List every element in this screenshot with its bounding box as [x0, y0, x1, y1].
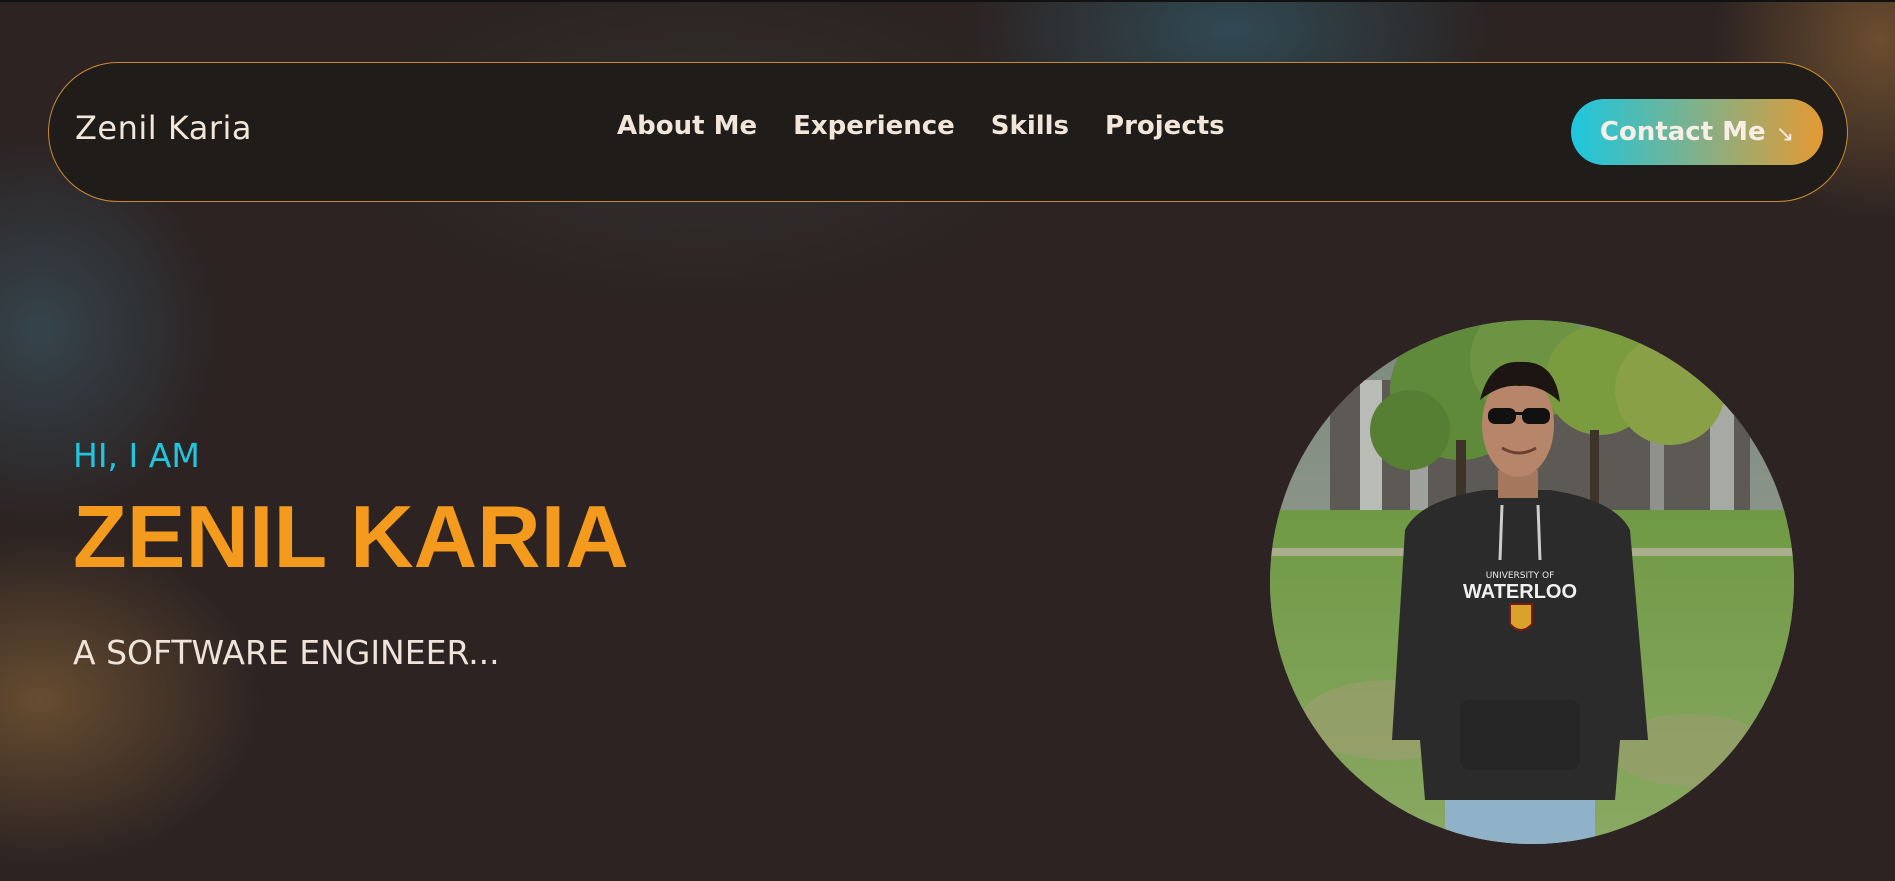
site-logo[interactable]: Zenil Karia [75, 109, 252, 147]
hero-greeting: HI, I AM [73, 436, 200, 475]
hero-role: A SOFTWARE ENGINEER... [73, 633, 500, 672]
hoodie-text-top: UNIVERSITY OF [1486, 571, 1555, 581]
nav-link-experience[interactable]: Experience [793, 111, 955, 141]
arrow-down-right-icon: ↘ [1775, 121, 1795, 147]
nav-link-skills[interactable]: Skills [991, 111, 1069, 141]
hoodie-text-main: WATERLOO [1463, 581, 1577, 603]
hero-section: HI, I AM ZENIL KARIA A SOFTWARE ENGINEER… [73, 436, 629, 672]
contact-me-label: Contact Me [1599, 117, 1766, 147]
nav-links: About Me Experience Skills Projects [617, 111, 1225, 141]
top-border [0, 0, 1895, 2]
profile-photo: UNIVERSITY OF WATERLOO [1270, 320, 1794, 844]
nav-link-projects[interactable]: Projects [1105, 111, 1225, 141]
contact-me-button[interactable]: Contact Me ↘ [1571, 99, 1823, 165]
nav-link-about-me[interactable]: About Me [617, 111, 757, 141]
navbar: Zenil Karia About Me Experience Skills P… [48, 62, 1848, 202]
hero-name: ZENIL KARIA [73, 487, 629, 586]
